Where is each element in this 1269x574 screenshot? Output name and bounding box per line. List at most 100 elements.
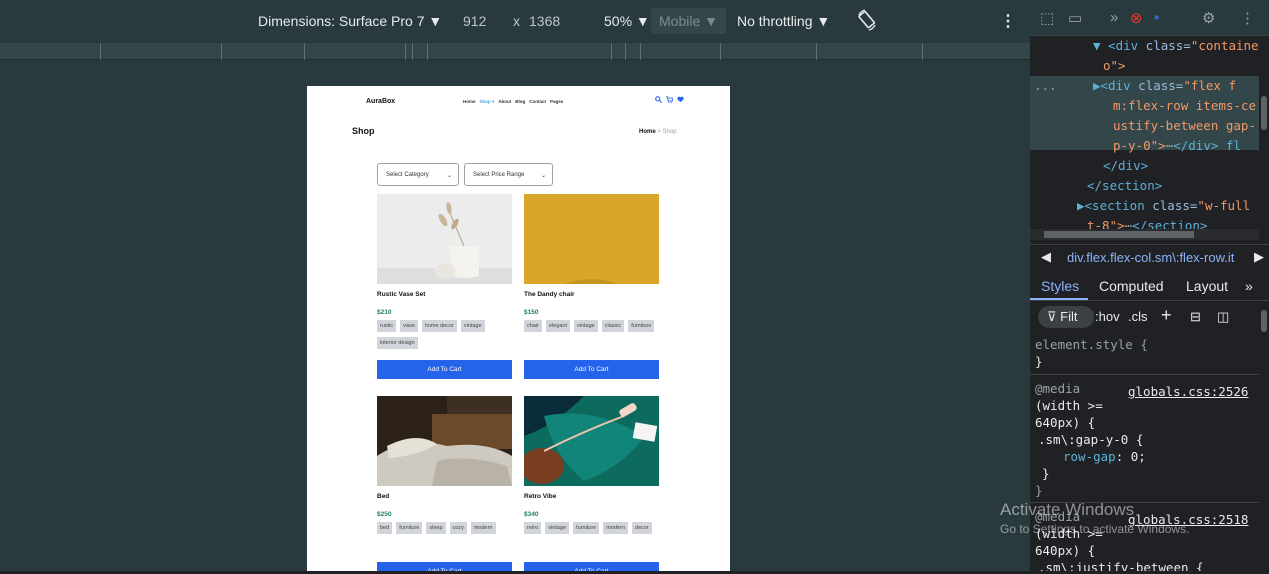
- sidebar-toggle-icon[interactable]: ◫: [1217, 309, 1229, 325]
- product-image-chair[interactable]: [524, 194, 659, 284]
- error-icon[interactable]: ⊗: [1130, 9, 1143, 27]
- product-tag[interactable]: modern: [470, 522, 496, 534]
- elements-scrollbar[interactable]: [1259, 36, 1269, 229]
- message-icon[interactable]: ▪: [1154, 9, 1159, 26]
- dom-node[interactable]: ▼ <div class="containe: [1093, 36, 1259, 56]
- gear-icon[interactable]: ⚙: [1202, 9, 1215, 27]
- site-nav-links: Home Shop ▾ About Blog Contact Pages: [463, 99, 563, 105]
- dom-node-close[interactable]: </div>: [1103, 156, 1148, 176]
- nav-home[interactable]: Home: [463, 99, 476, 105]
- price-range-select[interactable]: Select Price Range ⌄: [464, 163, 553, 186]
- product-image-retro-phone[interactable]: [524, 396, 659, 486]
- nav-shop[interactable]: Shop ▾: [480, 99, 495, 105]
- nav-about[interactable]: About: [498, 99, 511, 105]
- product-tag[interactable]: classic: [601, 320, 625, 332]
- product-image-vase[interactable]: [377, 194, 512, 284]
- device-dimensions-dropdown[interactable]: Dimensions: Surface Pro 7 ▼: [258, 13, 442, 29]
- scrollbar-thumb[interactable]: [1261, 96, 1267, 130]
- product-name[interactable]: The Dandy chair: [524, 291, 575, 298]
- rotate-icon[interactable]: [857, 9, 877, 34]
- more-tabs-icon[interactable]: »: [1245, 278, 1253, 294]
- cls-toggle[interactable]: .cls: [1128, 309, 1148, 324]
- product-tag[interactable]: vintage: [460, 320, 485, 332]
- product-price: $340: [524, 511, 539, 518]
- elements-tree[interactable]: ▼ <div class="containe o"> ... ▶<div cla…: [1030, 36, 1259, 229]
- devtools-toolbar: ⬚ ▭ » ⊗ ▪ ⚙ ⋮: [1030, 0, 1269, 36]
- product-tag[interactable]: rustic: [377, 320, 397, 332]
- category-select[interactable]: Select Category ⌄: [377, 163, 459, 186]
- breadcrumb-separator: >: [657, 129, 661, 135]
- tab-layout[interactable]: Layout: [1186, 278, 1228, 294]
- dom-ellipsis[interactable]: ...: [1034, 76, 1057, 96]
- throttling-dropdown[interactable]: No throttling ▼: [737, 13, 830, 29]
- product-tag[interactable]: modern: [603, 522, 628, 534]
- product-image-bed[interactable]: [377, 396, 512, 486]
- add-to-cart-button[interactable]: Add To Cart: [377, 360, 512, 379]
- nav-blog[interactable]: Blog: [515, 99, 525, 105]
- product-tag[interactable]: sleep: [426, 522, 446, 534]
- product-tag[interactable]: bed: [377, 522, 393, 534]
- product-name[interactable]: Retro Vibe: [524, 493, 556, 500]
- product-tag[interactable]: decor: [631, 522, 652, 534]
- element-style-rule[interactable]: element.style {: [1035, 336, 1148, 353]
- inspect-element-icon[interactable]: ⬚: [1040, 9, 1054, 27]
- device-type-dropdown[interactable]: Mobile ▼: [651, 8, 726, 34]
- site-nav-icons: [655, 96, 684, 105]
- product-name[interactable]: Bed: [377, 493, 389, 500]
- breadcrumb-home[interactable]: Home: [639, 129, 656, 135]
- site-logo[interactable]: AuraBox: [366, 98, 395, 105]
- selected-element-crumb[interactable]: div.flex.flex-col.sm\:flex-row.it: [1067, 250, 1234, 265]
- viewport-height-input[interactable]: 1368: [529, 13, 560, 29]
- elements-horizontal-scrollbar[interactable]: [1030, 229, 1259, 240]
- more-tabs-icon[interactable]: »: [1110, 9, 1118, 26]
- kebab-menu-icon[interactable]: ⋮: [1240, 9, 1255, 27]
- css-declaration[interactable]: row-gap: 0;: [1063, 448, 1146, 465]
- media-query-ruler[interactable]: [0, 43, 1030, 60]
- chevron-left-icon[interactable]: ◀: [1041, 249, 1051, 265]
- product-tag[interactable]: interior design: [377, 337, 418, 349]
- product-tag[interactable]: vase: [400, 320, 418, 332]
- filter-input[interactable]: ⊽ Filt: [1038, 306, 1094, 328]
- paint-icon[interactable]: ⊟: [1190, 309, 1201, 325]
- product-tag[interactable]: furniture: [573, 522, 600, 534]
- product-tag[interactable]: furniture: [628, 320, 655, 332]
- dom-node-close[interactable]: </section>: [1087, 176, 1162, 196]
- product-tag[interactable]: elegant: [545, 320, 570, 332]
- product-card: The Dandy chair $150 chair elegant vinta…: [524, 194, 659, 379]
- heart-icon[interactable]: [677, 96, 684, 105]
- search-icon[interactable]: [655, 96, 663, 105]
- tab-styles[interactable]: Styles: [1041, 278, 1079, 294]
- product-tag[interactable]: cozy: [449, 522, 467, 534]
- viewport-width-input[interactable]: 912: [463, 13, 486, 29]
- product-tag[interactable]: vintage: [545, 522, 570, 534]
- dom-node[interactable]: ▶<section class="w-full: [1077, 196, 1250, 216]
- product-tag[interactable]: home decor: [421, 320, 457, 332]
- chevron-right-icon[interactable]: ▶: [1254, 249, 1264, 265]
- nav-contact[interactable]: Contact: [529, 99, 546, 105]
- zoom-dropdown[interactable]: 50% ▼: [604, 13, 650, 29]
- add-rule-icon[interactable]: +: [1161, 305, 1172, 326]
- styles-scrollbar[interactable]: [1259, 302, 1269, 574]
- scrollbar-thumb[interactable]: [1044, 231, 1194, 238]
- dom-node-selected[interactable]: ▶<div class="flex f: [1093, 76, 1236, 96]
- media-condition: 640px) {: [1035, 543, 1096, 558]
- source-link[interactable]: globals.css:2526: [1128, 383, 1248, 400]
- product-tag[interactable]: chair: [524, 320, 542, 332]
- product-tag[interactable]: vintage: [573, 320, 598, 332]
- product-name[interactable]: Rustic Vase Set: [377, 291, 425, 298]
- nav-pages[interactable]: Pages: [550, 99, 563, 105]
- scrollbar-thumb[interactable]: [1261, 310, 1267, 332]
- filter-icon: ⊽: [1047, 309, 1057, 324]
- product-tag[interactable]: furniture: [396, 522, 423, 534]
- styles-pane[interactable]: element.style { } @media globals.css:252…: [1030, 332, 1259, 574]
- add-to-cart-button[interactable]: Add To Cart: [524, 360, 659, 379]
- device-toggle-icon[interactable]: ▭: [1068, 9, 1082, 27]
- more-options-icon[interactable]: ⋮: [1000, 11, 1016, 31]
- chevron-down-icon: ⌄: [446, 173, 452, 179]
- hov-toggle[interactable]: :hov: [1095, 309, 1120, 324]
- css-selector[interactable]: .sm\:gap-y-0 {: [1038, 431, 1143, 448]
- cart-icon[interactable]: [666, 96, 674, 105]
- tab-computed[interactable]: Computed: [1099, 278, 1164, 294]
- product-tag[interactable]: retro: [524, 522, 542, 534]
- chevron-down-icon: ⌄: [540, 173, 546, 179]
